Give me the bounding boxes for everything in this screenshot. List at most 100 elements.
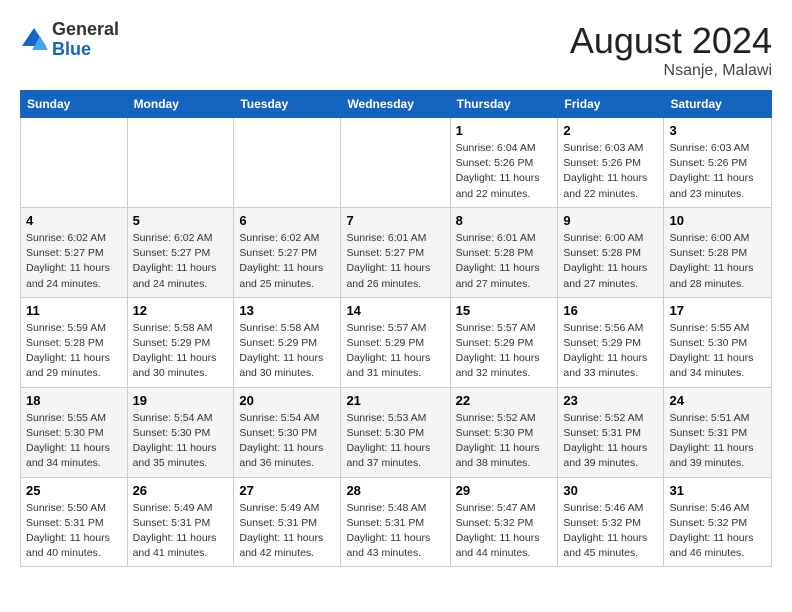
day-info: Sunrise: 6:00 AMSunset: 5:28 PMDaylight:… [669, 231, 766, 292]
calendar-cell: 31 Sunrise: 5:46 AMSunset: 5:32 PMDayligh… [664, 477, 772, 567]
location-subtitle: Nsanje, Malawi [570, 62, 772, 80]
day-info: Sunrise: 6:04 AMSunset: 5:26 PMDaylight:… [456, 141, 553, 202]
calendar-cell: 11 Sunrise: 5:59 AMSunset: 5:28 PMDayligh… [21, 297, 128, 387]
calendar-cell: 10 Sunrise: 6:00 AMSunset: 5:28 PMDayligh… [664, 207, 772, 297]
day-number: 13 [239, 303, 335, 318]
title-block: August 2024 Nsanje, Malawi [570, 20, 772, 80]
day-number: 4 [26, 213, 122, 228]
header-day-tuesday: Tuesday [234, 91, 341, 118]
logo: General Blue [20, 20, 119, 60]
calendar-cell [341, 118, 450, 208]
day-info: Sunrise: 5:49 AMSunset: 5:31 PMDaylight:… [239, 501, 335, 562]
day-info: Sunrise: 6:03 AMSunset: 5:26 PMDaylight:… [669, 141, 766, 202]
day-info: Sunrise: 5:55 AMSunset: 5:30 PMDaylight:… [26, 411, 122, 472]
day-number: 28 [346, 483, 444, 498]
calendar-cell: 4 Sunrise: 6:02 AMSunset: 5:27 PMDaylight… [21, 207, 128, 297]
day-number: 12 [133, 303, 229, 318]
day-info: Sunrise: 6:01 AMSunset: 5:28 PMDaylight:… [456, 231, 553, 292]
day-info: Sunrise: 5:46 AMSunset: 5:32 PMDaylight:… [669, 501, 766, 562]
day-number: 10 [669, 213, 766, 228]
day-info: Sunrise: 5:59 AMSunset: 5:28 PMDaylight:… [26, 321, 122, 382]
calendar-cell: 1 Sunrise: 6:04 AMSunset: 5:26 PMDaylight… [450, 118, 558, 208]
calendar-cell: 17Sunrise: 5:55 AMSunset: 5:30 PMDayligh… [664, 297, 772, 387]
day-info: Sunrise: 6:02 AMSunset: 5:27 PMDaylight:… [239, 231, 335, 292]
calendar-cell: 25Sunrise: 5:50 AMSunset: 5:31 PMDayligh… [21, 477, 128, 567]
logo-blue: Blue [52, 40, 119, 60]
calendar-cell: 5 Sunrise: 6:02 AMSunset: 5:27 PMDaylight… [127, 207, 234, 297]
month-year-title: August 2024 [570, 20, 772, 62]
day-number: 21 [346, 393, 444, 408]
header-day-monday: Monday [127, 91, 234, 118]
day-info: Sunrise: 5:49 AMSunset: 5:31 PMDaylight:… [133, 501, 229, 562]
calendar-cell: 29 Sunrise: 5:47 AMSunset: 5:32 PMDayligh… [450, 477, 558, 567]
day-number: 22 [456, 393, 553, 408]
day-number: 14 [346, 303, 444, 318]
day-info: Sunrise: 5:55 AMSunset: 5:30 PMDaylight:… [669, 321, 766, 382]
calendar-cell: 21 Sunrise: 5:53 AMSunset: 5:30 PMDayligh… [341, 387, 450, 477]
day-info: Sunrise: 5:53 AMSunset: 5:30 PMDaylight:… [346, 411, 444, 472]
week-row-2: 11 Sunrise: 5:59 AMSunset: 5:28 PMDayligh… [21, 297, 772, 387]
day-info: Sunrise: 5:54 AMSunset: 5:30 PMDaylight:… [239, 411, 335, 472]
day-info: Sunrise: 5:46 AMSunset: 5:32 PMDaylight:… [563, 501, 658, 562]
calendar-cell: 16 Sunrise: 5:56 AMSunset: 5:29 PMDayligh… [558, 297, 664, 387]
day-info: Sunrise: 5:54 AMSunset: 5:30 PMDaylight:… [133, 411, 229, 472]
day-info: Sunrise: 5:47 AMSunset: 5:32 PMDaylight:… [456, 501, 553, 562]
calendar-cell: 24Sunrise: 5:51 AMSunset: 5:31 PMDayligh… [664, 387, 772, 477]
day-number: 15 [456, 303, 553, 318]
calendar-header: SundayMondayTuesdayWednesdayThursdayFrid… [21, 91, 772, 118]
day-number: 26 [133, 483, 229, 498]
day-number: 2 [563, 123, 658, 138]
header-day-thursday: Thursday [450, 91, 558, 118]
day-number: 29 [456, 483, 553, 498]
calendar-cell [21, 118, 128, 208]
calendar-cell: 3Sunrise: 6:03 AMSunset: 5:26 PMDaylight… [664, 118, 772, 208]
logo-icon [20, 26, 48, 54]
day-number: 30 [563, 483, 658, 498]
day-number: 16 [563, 303, 658, 318]
header-day-wednesday: Wednesday [341, 91, 450, 118]
logo-text: General Blue [52, 20, 119, 60]
day-info: Sunrise: 5:58 AMSunset: 5:29 PMDaylight:… [133, 321, 229, 382]
header-day-saturday: Saturday [664, 91, 772, 118]
day-info: Sunrise: 6:01 AMSunset: 5:27 PMDaylight:… [346, 231, 444, 292]
day-info: Sunrise: 6:02 AMSunset: 5:27 PMDaylight:… [26, 231, 122, 292]
day-info: Sunrise: 5:58 AMSunset: 5:29 PMDaylight:… [239, 321, 335, 382]
week-row-4: 25Sunrise: 5:50 AMSunset: 5:31 PMDayligh… [21, 477, 772, 567]
day-info: Sunrise: 5:57 AMSunset: 5:29 PMDaylight:… [456, 321, 553, 382]
week-row-1: 4 Sunrise: 6:02 AMSunset: 5:27 PMDaylight… [21, 207, 772, 297]
calendar-cell [234, 118, 341, 208]
logo-general: General [52, 20, 119, 40]
header-day-sunday: Sunday [21, 91, 128, 118]
day-info: Sunrise: 5:48 AMSunset: 5:31 PMDaylight:… [346, 501, 444, 562]
day-number: 5 [133, 213, 229, 228]
day-info: Sunrise: 5:52 AMSunset: 5:31 PMDaylight:… [563, 411, 658, 472]
day-number: 9 [563, 213, 658, 228]
day-number: 6 [239, 213, 335, 228]
page-header: General Blue August 2024 Nsanje, Malawi [20, 20, 772, 80]
calendar-cell: 9 Sunrise: 6:00 AMSunset: 5:28 PMDaylight… [558, 207, 664, 297]
day-number: 31 [669, 483, 766, 498]
day-info: Sunrise: 5:56 AMSunset: 5:29 PMDaylight:… [563, 321, 658, 382]
day-info: Sunrise: 6:03 AMSunset: 5:26 PMDaylight:… [563, 141, 658, 202]
day-info: Sunrise: 6:02 AMSunset: 5:27 PMDaylight:… [133, 231, 229, 292]
day-number: 27 [239, 483, 335, 498]
calendar-cell: 19 Sunrise: 5:54 AMSunset: 5:30 PMDayligh… [127, 387, 234, 477]
calendar-cell: 8Sunrise: 6:01 AMSunset: 5:28 PMDaylight… [450, 207, 558, 297]
calendar-cell: 23 Sunrise: 5:52 AMSunset: 5:31 PMDayligh… [558, 387, 664, 477]
day-number: 1 [456, 123, 553, 138]
day-number: 25 [26, 483, 122, 498]
calendar-cell: 26 Sunrise: 5:49 AMSunset: 5:31 PMDayligh… [127, 477, 234, 567]
calendar-cell: 15 Sunrise: 5:57 AMSunset: 5:29 PMDayligh… [450, 297, 558, 387]
day-number: 23 [563, 393, 658, 408]
day-number: 7 [346, 213, 444, 228]
day-info: Sunrise: 6:00 AMSunset: 5:28 PMDaylight:… [563, 231, 658, 292]
calendar-cell: 6 Sunrise: 6:02 AMSunset: 5:27 PMDaylight… [234, 207, 341, 297]
day-number: 19 [133, 393, 229, 408]
calendar-cell: 20Sunrise: 5:54 AMSunset: 5:30 PMDayligh… [234, 387, 341, 477]
day-number: 11 [26, 303, 122, 318]
calendar-cell [127, 118, 234, 208]
calendar-cell: 28 Sunrise: 5:48 AMSunset: 5:31 PMDayligh… [341, 477, 450, 567]
day-info: Sunrise: 5:52 AMSunset: 5:30 PMDaylight:… [456, 411, 553, 472]
day-info: Sunrise: 5:51 AMSunset: 5:31 PMDaylight:… [669, 411, 766, 472]
calendar-cell: 13 Sunrise: 5:58 AMSunset: 5:29 PMDayligh… [234, 297, 341, 387]
